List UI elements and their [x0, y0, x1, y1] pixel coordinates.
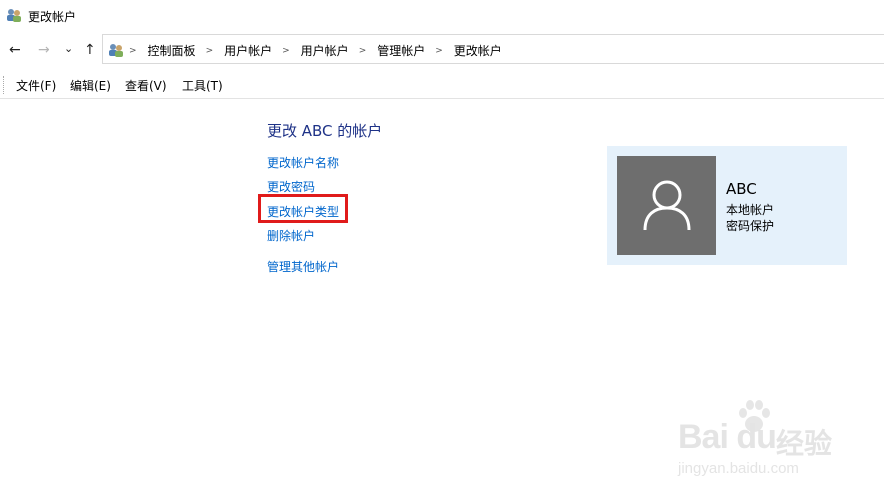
chevron-right-icon[interactable]: > — [359, 46, 367, 56]
breadcrumb-user-accounts-sub[interactable]: 用户帐户 — [301, 42, 349, 59]
menu-bar: 文件(F) 编辑(E) 查看(V) 工具(T) — [0, 72, 884, 99]
manage-other-accounts-link[interactable]: 管理其他帐户 — [267, 258, 339, 275]
address-bar[interactable]: > 控制面板 > 用户帐户 > 用户帐户 > 管理帐户 > 更改帐户 — [102, 34, 884, 64]
menu-tools[interactable]: 工具(T) — [182, 77, 223, 94]
breadcrumb-user-accounts[interactable]: 用户帐户 — [224, 42, 272, 59]
breadcrumb-manage-accounts[interactable]: 管理帐户 — [377, 42, 425, 59]
up-button[interactable]: ↑ — [84, 42, 96, 58]
forward-button[interactable]: → — [38, 42, 50, 58]
breadcrumb-change-account[interactable]: 更改帐户 — [454, 42, 502, 59]
menu-edit[interactable]: 编辑(E) — [70, 77, 111, 94]
watermark-url: jingyan.baidu.com — [678, 460, 799, 477]
recent-locations-button[interactable]: ⌄ — [64, 41, 73, 57]
change-password-link[interactable]: 更改密码 — [267, 178, 315, 195]
highlight-annotation — [258, 194, 348, 223]
window-title: 更改帐户 — [28, 10, 77, 24]
title-bar: 更改帐户 — [0, 0, 884, 30]
navigation-bar: ← → ⌄ ↑ > 控制面板 > 用户帐户 > 用户帐户 > 管理帐户 > 更改… — [0, 34, 884, 66]
breadcrumb-control-panel[interactable]: 控制面板 — [148, 42, 196, 59]
menu-view[interactable]: 查看(V) — [125, 77, 167, 94]
chevron-right-icon[interactable]: > — [129, 46, 137, 56]
chevron-right-icon[interactable]: > — [435, 46, 443, 56]
delete-account-link[interactable]: 删除帐户 — [267, 227, 315, 244]
account-card: ABC 本地帐户 密码保护 — [607, 146, 847, 265]
breadcrumb: > 控制面板 > 用户帐户 > 用户帐户 > 管理帐户 > 更改帐户 — [129, 42, 502, 59]
page-title: 更改 ABC 的帐户 — [267, 122, 383, 140]
account-name: ABC — [726, 180, 757, 198]
user-silhouette-icon — [643, 180, 691, 231]
avatar — [617, 156, 716, 255]
change-account-name-link[interactable]: 更改帐户名称 — [267, 154, 339, 171]
menu-file[interactable]: 文件(F) — [16, 77, 56, 94]
menu-grip — [3, 76, 5, 94]
chevron-right-icon[interactable]: > — [282, 46, 290, 56]
watermark-brand-cn: 经验 — [776, 427, 833, 460]
account-protection: 密码保护 — [726, 219, 775, 233]
back-button[interactable]: ← — [9, 42, 21, 58]
chevron-right-icon[interactable]: > — [206, 46, 214, 56]
users-icon — [6, 7, 22, 23]
users-icon — [108, 42, 124, 58]
watermark-brand: Bai du — [678, 418, 777, 456]
account-type: 本地帐户 — [726, 203, 775, 217]
baidu-watermark: Bai du 经验 jingyan.baidu.com — [672, 398, 852, 488]
